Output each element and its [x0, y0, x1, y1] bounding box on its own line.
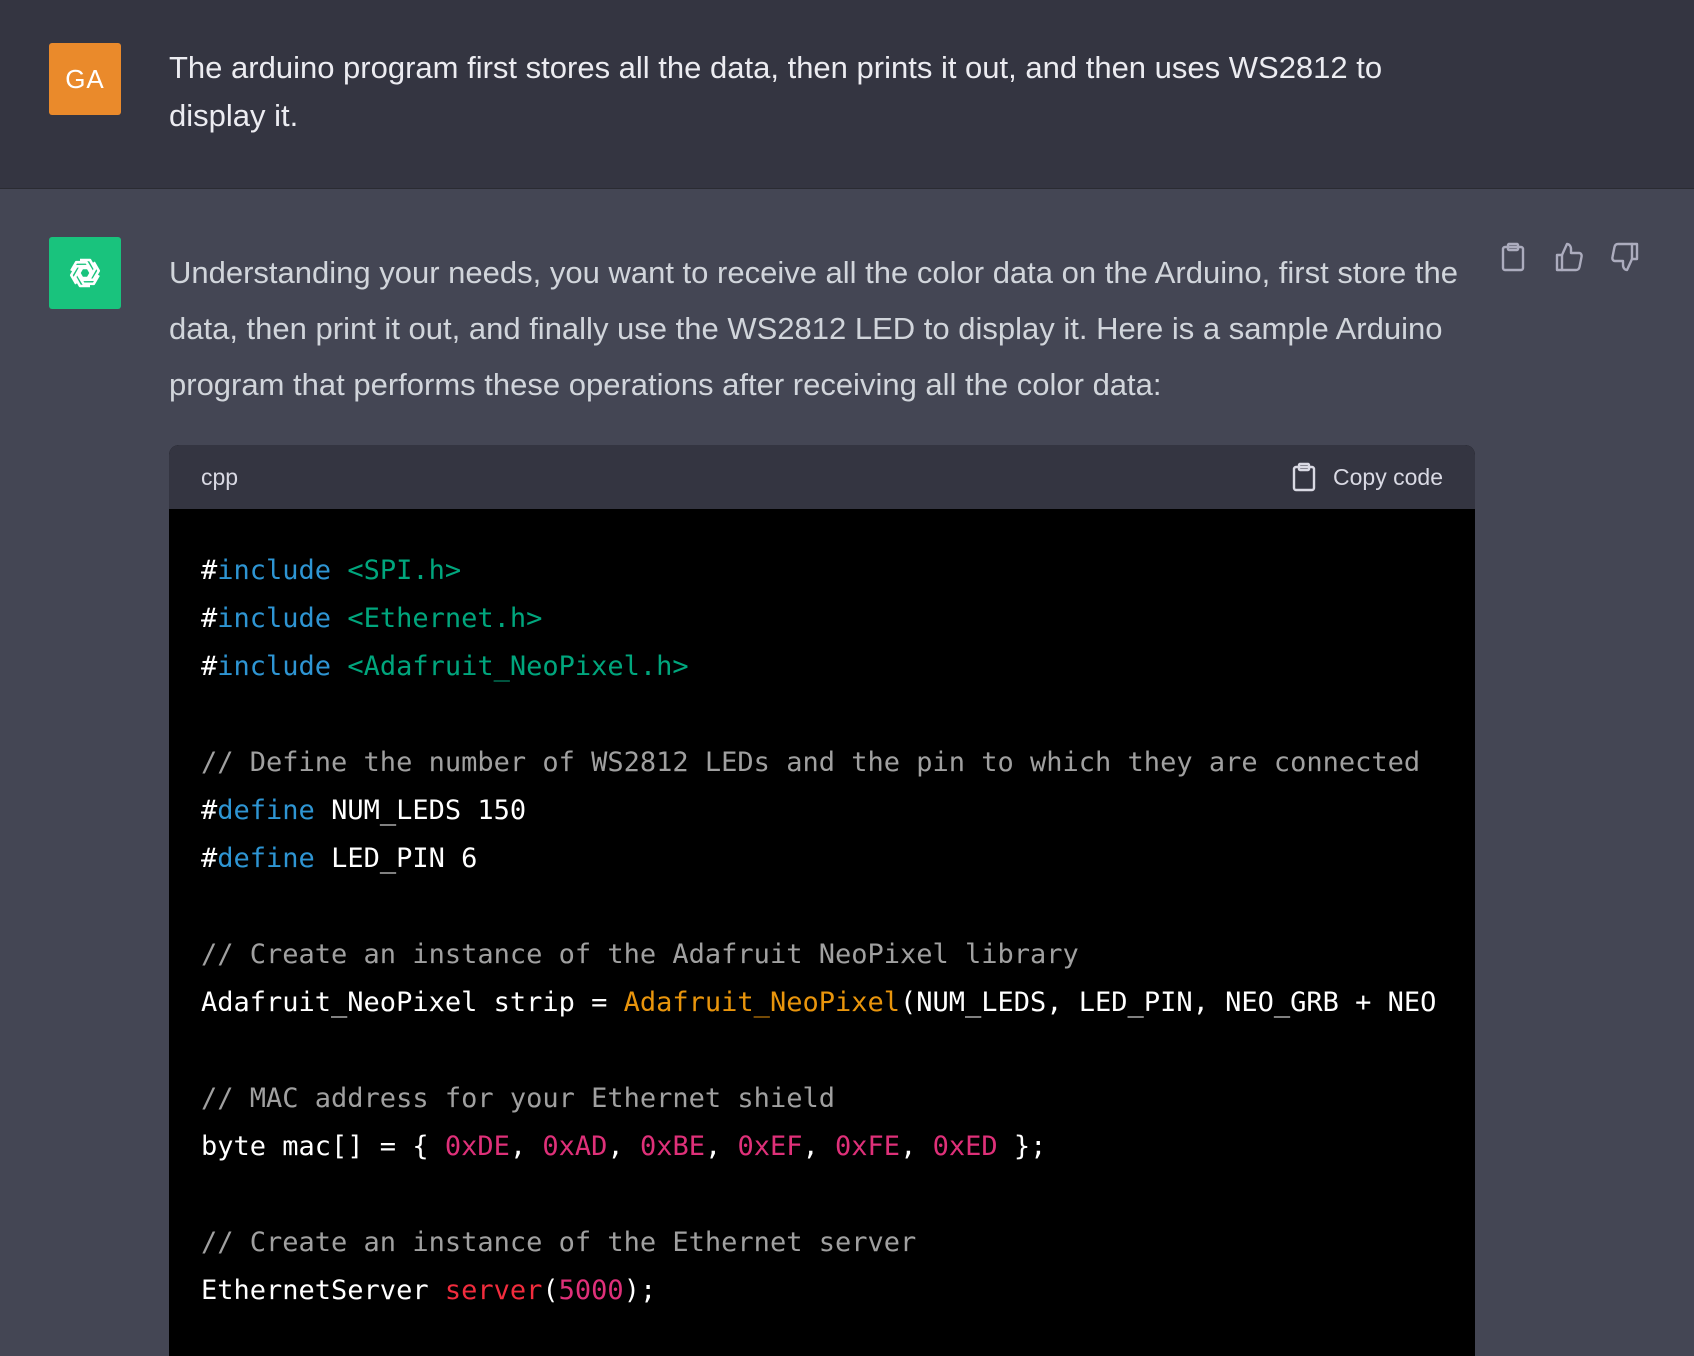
thumbs-down-button[interactable] [1607, 239, 1643, 275]
code-separator: , [900, 1131, 933, 1162]
code-token: ); [623, 1275, 657, 1306]
assistant-avatar [49, 237, 121, 309]
code-token: # [201, 651, 218, 682]
code-line: EthernetServer server(5000); [201, 1267, 1475, 1315]
assistant-message-row: Understanding your needs, you want to re… [0, 189, 1694, 1356]
code-separator: , [509, 1131, 543, 1162]
code-token: # [201, 603, 218, 634]
code-token: (NUM_LEDS, LED_PIN, NEO_GRB + NEO [899, 987, 1437, 1018]
code-line: #define NUM_LEDS 150 [201, 787, 1475, 835]
code-number: 0xAD [542, 1131, 608, 1162]
copy-code-label: Copy code [1333, 463, 1443, 490]
message-actions [1495, 239, 1643, 275]
code-number: 0xBE [639, 1131, 705, 1162]
user-message-text: The arduino program first stores all the… [169, 50, 1383, 133]
code-separator: , [607, 1131, 640, 1162]
code-string: <Ethernet.h> [331, 603, 543, 634]
code-block: cpp Copy code #include <SPI.h> #include <… [169, 445, 1475, 1356]
code-keyword: include [217, 651, 332, 682]
code-number: 0xEF [737, 1131, 803, 1162]
code-token: ( [542, 1275, 559, 1306]
code-comment: // Create an instance of the Ethernet se… [201, 1227, 917, 1258]
code-line: #include <Ethernet.h> [201, 595, 1475, 643]
code-line: #define LED_PIN 6 [201, 835, 1475, 883]
code-line: // MAC address for your Ethernet shield [201, 1075, 1475, 1123]
code-number: 0xED [932, 1131, 998, 1162]
assistant-message-text: Understanding your needs, you want to re… [169, 255, 1458, 402]
code-function-call: server [444, 1275, 543, 1306]
code-token: byte mac[] = { [201, 1131, 445, 1162]
code-token: }; [997, 1131, 1047, 1162]
code-content: #include <SPI.h> #include <Ethernet.h> #in… [169, 509, 1475, 1315]
code-line: byte mac[] = { 0xDE, 0xAD, 0xBE, 0xEF, 0… [201, 1123, 1475, 1171]
code-keyword: include [217, 555, 332, 586]
user-avatar: GA [49, 43, 121, 115]
code-line: #include <SPI.h> [201, 547, 1475, 595]
code-number: 0xFE [835, 1131, 901, 1162]
clipboard-icon [1501, 242, 1525, 272]
code-token: NUM_LEDS 150 [314, 795, 527, 826]
thumbs-down-icon [1611, 242, 1639, 272]
thumbs-up-icon [1555, 242, 1583, 272]
code-block-header: cpp Copy code [169, 445, 1475, 509]
code-keyword: define [217, 843, 315, 874]
code-separator: , [704, 1131, 738, 1162]
code-token: # [201, 843, 218, 874]
code-separator: , [802, 1131, 836, 1162]
copy-message-button[interactable] [1495, 239, 1531, 275]
code-comment: // Define the number of WS2812 LEDs and … [201, 747, 1421, 778]
code-class-name: Adafruit_NeoPixel [623, 987, 900, 1018]
code-line: Adafruit_NeoPixel strip = Adafruit_NeoPi… [201, 979, 1475, 1027]
code-line: #include <Adafruit_NeoPixel.h> [201, 643, 1475, 691]
code-comment: // MAC address for your Ethernet shield [201, 1083, 835, 1114]
code-token: # [201, 795, 218, 826]
code-token: EthernetServer [201, 1275, 445, 1306]
code-comment: // Create an instance of the Adafruit Ne… [201, 939, 1079, 970]
copy-code-button[interactable]: Copy code [1291, 462, 1443, 492]
code-line: // Create an instance of the Ethernet se… [201, 1219, 1475, 1267]
code-line: // Create an instance of the Adafruit Ne… [201, 931, 1475, 979]
code-string: <SPI.h> [331, 555, 462, 586]
code-keyword: define [217, 795, 315, 826]
code-language-label: cpp [201, 463, 239, 490]
clipboard-icon [1292, 462, 1316, 492]
user-avatar-initials: GA [65, 63, 105, 94]
code-token: # [201, 555, 218, 586]
code-number: 5000 [558, 1275, 624, 1306]
code-token: LED_PIN 6 [314, 843, 478, 874]
code-string: <Adafruit_NeoPixel.h> [331, 651, 689, 682]
user-message-row: GA The arduino program first stores all … [0, 0, 1694, 189]
code-keyword: include [217, 603, 332, 634]
thumbs-up-button[interactable] [1551, 239, 1587, 275]
code-line: // Define the number of WS2812 LEDs and … [201, 739, 1475, 787]
code-token: Adafruit_NeoPixel strip = [201, 987, 624, 1018]
code-number: 0xDE [444, 1131, 510, 1162]
openai-logo-icon [69, 258, 101, 288]
